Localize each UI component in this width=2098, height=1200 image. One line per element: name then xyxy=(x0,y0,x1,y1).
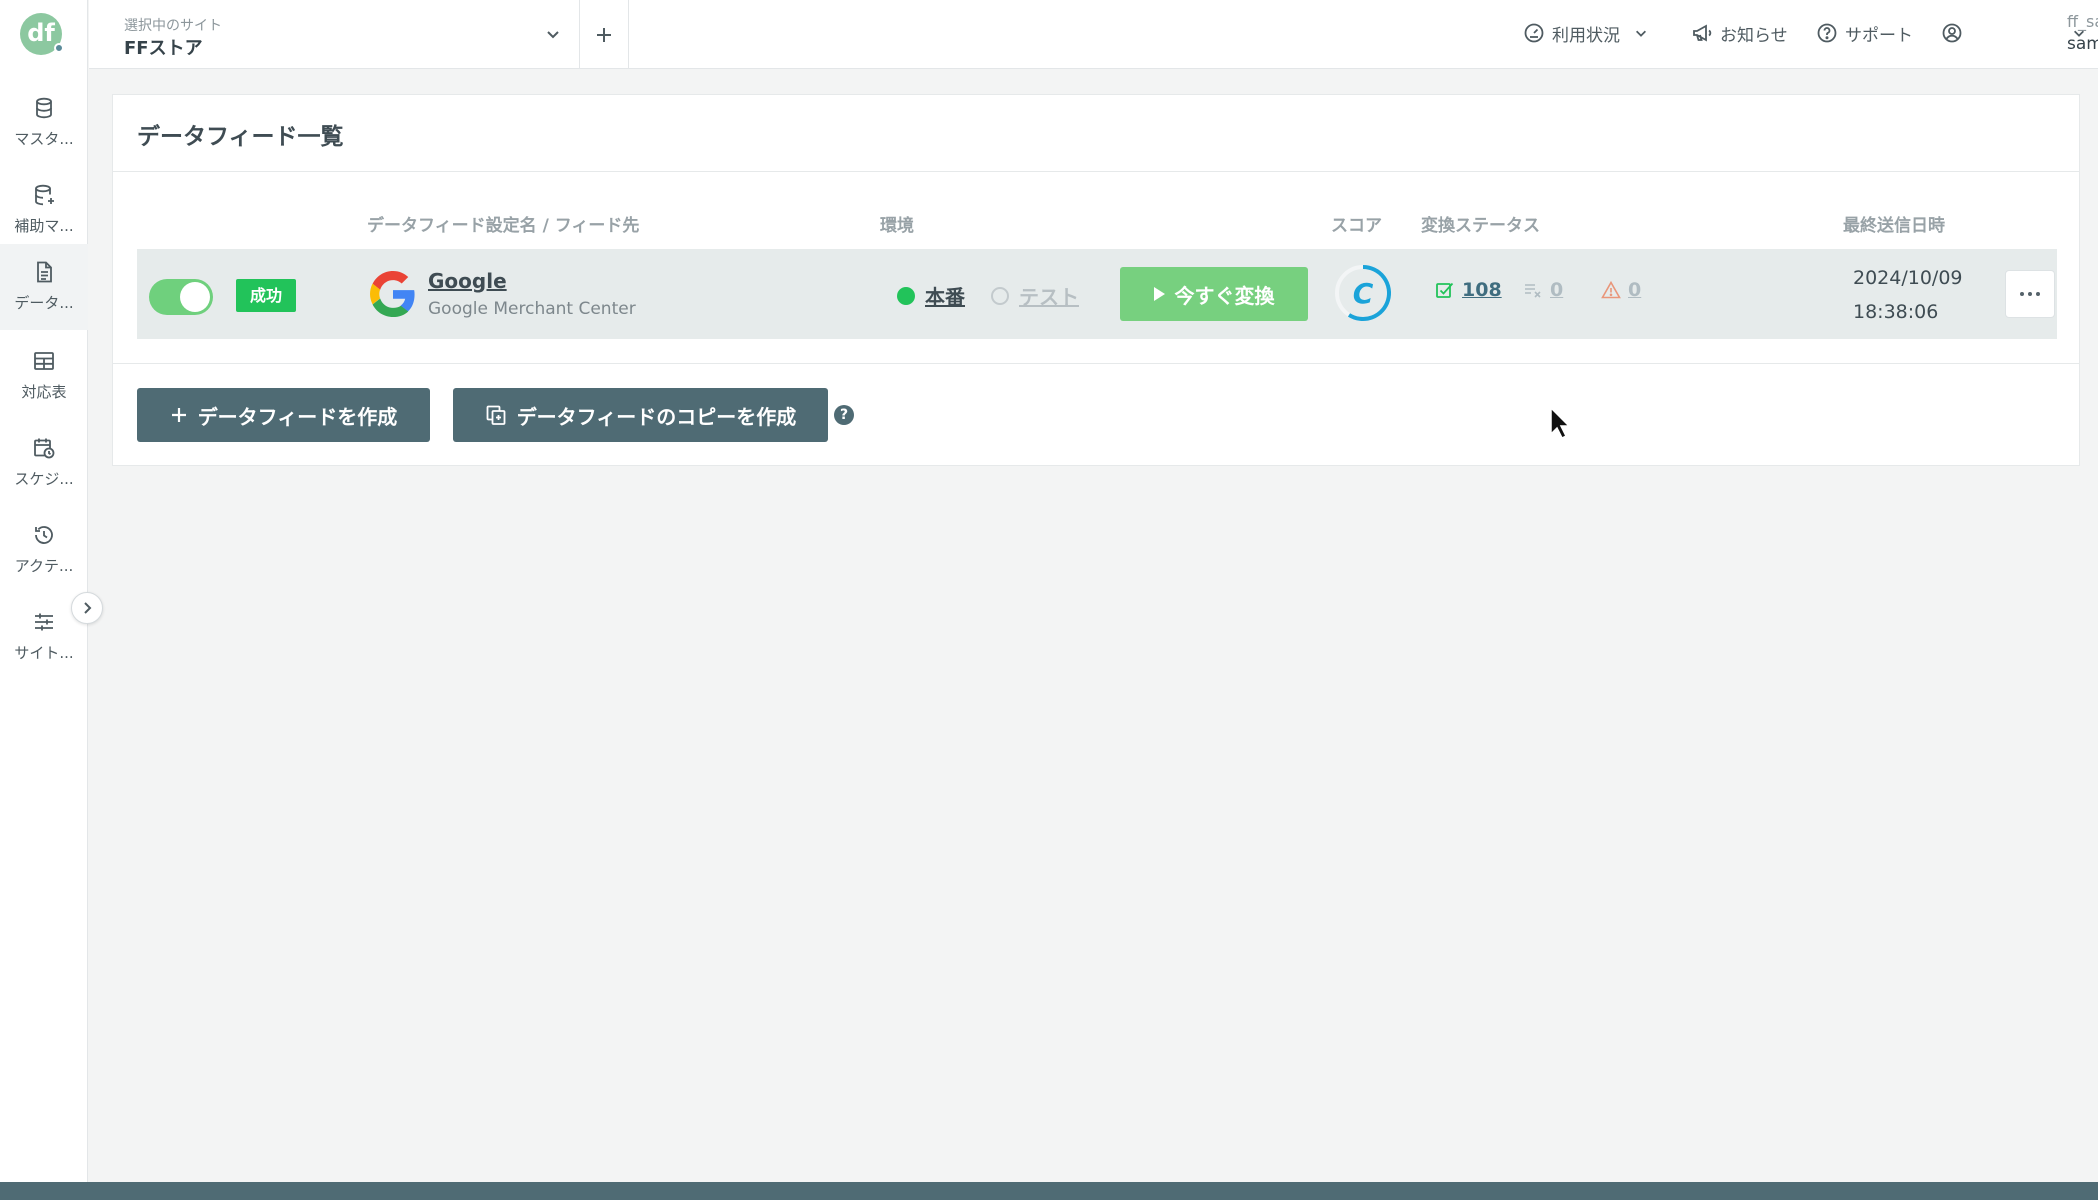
chevron-down-icon xyxy=(547,31,559,39)
dot-icon xyxy=(2028,292,2032,296)
logo-dot xyxy=(54,43,64,53)
skipped-count-link[interactable]: 0 xyxy=(1523,279,1563,301)
sidebar-item-sub-master[interactable]: 補助マ... xyxy=(0,167,88,253)
column-header-name: データフィード設定名 / フィード先 xyxy=(367,216,640,236)
user-circle-icon xyxy=(1942,23,1962,43)
dot-icon xyxy=(2036,292,2040,296)
sidebar-item-master[interactable]: マスタ... xyxy=(0,80,88,166)
logo-text: df xyxy=(27,19,55,47)
env-test-label: テスト xyxy=(1019,285,1079,309)
warning-count: 0 xyxy=(1628,279,1642,301)
converted-count-link[interactable]: 108 xyxy=(1435,279,1502,301)
chevron-right-icon xyxy=(84,602,92,614)
add-site-button[interactable] xyxy=(580,0,629,69)
megaphone-icon xyxy=(1693,24,1712,42)
usage-label: 利用状況 xyxy=(1552,25,1620,46)
news-label: お知らせ xyxy=(1720,25,1788,46)
copy-datafeed-button[interactable]: データフィードのコピーを作成 xyxy=(453,388,828,442)
site-caption: 選択中のサイト xyxy=(124,18,222,34)
warning-count-link[interactable]: 0 xyxy=(1601,279,1641,301)
help-circle-icon xyxy=(1817,23,1837,43)
plus-icon xyxy=(171,408,186,422)
sidebar-item-label: 対応表 xyxy=(21,383,67,401)
sidebar-item-label: データ... xyxy=(14,294,74,312)
plus-icon xyxy=(597,27,611,42)
warning-icon xyxy=(1601,280,1621,299)
create-datafeed-label: データフィードを作成 xyxy=(197,404,398,429)
document-icon xyxy=(37,261,52,283)
table-icon xyxy=(34,352,54,370)
news-link[interactable]: お知らせ xyxy=(1691,20,1788,46)
copy-help-icon[interactable]: ? xyxy=(834,405,854,425)
sidebar-item-activity[interactable]: アクテ... xyxy=(0,507,88,593)
env-inactive-ring-icon xyxy=(991,286,1009,305)
toggle-knob xyxy=(180,282,210,312)
app-logo[interactable]: df xyxy=(20,13,64,55)
sidebar-item-label: サイト... xyxy=(14,644,74,662)
feed-name-link[interactable]: Google xyxy=(428,269,507,293)
last-sent-time: 18:38:06 xyxy=(1853,301,1939,323)
mouse-cursor-icon xyxy=(1550,406,1571,440)
sidebar-item-label: 補助マ... xyxy=(14,217,74,235)
sidebar-item-datafeed[interactable]: データ... xyxy=(0,244,88,330)
usage-menu[interactable]: 利用状況 xyxy=(1523,20,1648,46)
last-sent-date: 2024/10/09 xyxy=(1853,267,1963,289)
chevron-down-icon xyxy=(1636,30,1646,37)
converted-count: 108 xyxy=(1462,279,1502,301)
env-test[interactable]: テスト xyxy=(991,281,1079,310)
copy-datafeed-label: データフィードのコピーを作成 xyxy=(516,404,797,429)
sliders-icon xyxy=(35,613,53,631)
score-gauge[interactable]: C xyxy=(1333,263,1393,323)
chevron-down-icon[interactable] xyxy=(2072,26,2086,40)
calendar-clock-icon xyxy=(34,438,55,459)
last-sent-datetime: 2024/10/09 18:38:06 xyxy=(1853,261,1963,329)
top-header: 選択中のサイト FFストア 利用状況 お知らせ サポート ff_sample s… xyxy=(89,0,2098,69)
play-icon xyxy=(1153,287,1165,301)
sidebar-item-label: スケジ... xyxy=(14,470,74,488)
sidebar-item-label: マスタ... xyxy=(14,130,74,148)
column-header-env: 環境 xyxy=(880,216,914,236)
skipped-count: 0 xyxy=(1550,279,1564,301)
env-production[interactable]: 本番 xyxy=(897,281,965,310)
sidebar-expand-button[interactable] xyxy=(71,592,103,624)
support-link[interactable]: サポート xyxy=(1816,20,1913,46)
history-icon xyxy=(35,526,53,544)
feed-enable-toggle[interactable] xyxy=(149,279,213,315)
list-x-icon xyxy=(1525,284,1541,298)
site-name: FFストア xyxy=(124,38,203,59)
table-row: 成功 Google Google Merchant Center 本番 テスト … xyxy=(137,249,2057,339)
status-badge: 成功 xyxy=(236,279,296,312)
database-add-icon xyxy=(35,184,54,206)
sidebar-item-label: アクテ... xyxy=(14,557,74,575)
title-divider xyxy=(113,171,2079,172)
create-datafeed-button[interactable]: データフィードを作成 xyxy=(137,388,430,442)
column-header-score: スコア xyxy=(1331,216,1382,236)
database-icon xyxy=(36,97,52,119)
convert-now-button[interactable]: 今すぐ変換 xyxy=(1120,267,1308,321)
score-letter: C xyxy=(1353,277,1374,310)
column-header-last-sent: 最終送信日時 xyxy=(1843,216,1945,236)
row-divider xyxy=(113,363,2079,364)
site-selector[interactable]: 選択中のサイト FFストア xyxy=(89,0,580,69)
sidebar-item-mapping-table[interactable]: 対応表 xyxy=(0,333,88,419)
convert-now-label: 今すぐ変換 xyxy=(1174,283,1275,308)
feed-destination: Google Merchant Center xyxy=(428,299,636,319)
user-avatar[interactable] xyxy=(1941,20,1970,46)
more-options-button[interactable] xyxy=(2005,270,2055,318)
footer-bar xyxy=(0,1182,2098,1200)
check-list-icon xyxy=(1436,282,1454,298)
dot-icon xyxy=(2020,292,2024,296)
support-label: サポート xyxy=(1845,25,1913,46)
env-active-dot-icon xyxy=(897,286,915,305)
google-logo-icon xyxy=(370,271,415,317)
env-production-label: 本番 xyxy=(925,285,965,309)
datafeed-list-card: データフィード一覧 データフィード設定名 / フィード先 環境 スコア 変換ステ… xyxy=(112,94,2080,466)
column-header-status: 変換ステータス xyxy=(1421,216,1540,236)
sidebar-item-schedule[interactable]: スケジ... xyxy=(0,420,88,506)
page-title: データフィード一覧 xyxy=(137,124,344,150)
copy-icon xyxy=(486,405,506,425)
gauge-icon xyxy=(1524,23,1544,43)
